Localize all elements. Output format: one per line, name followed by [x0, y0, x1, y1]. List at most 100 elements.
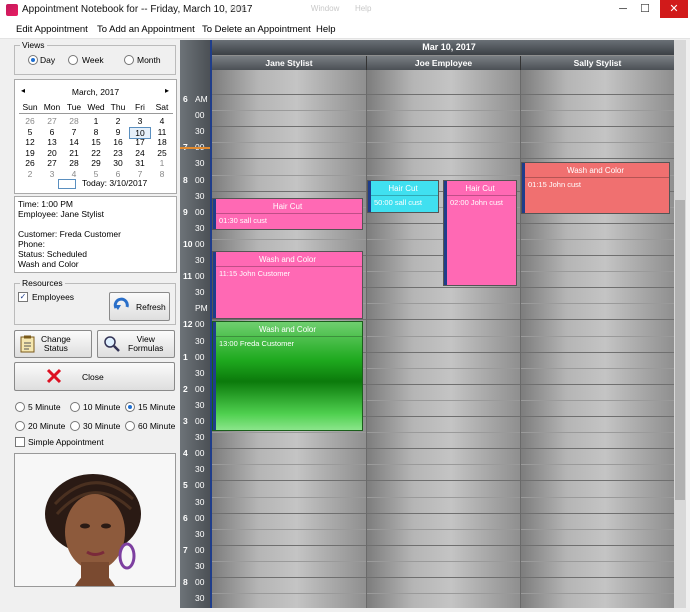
appointment-bar	[444, 181, 447, 285]
next-month-icon[interactable]: ▸	[165, 86, 169, 95]
weekday-label: Wed	[87, 102, 105, 112]
appointment-block[interactable]: Wash and Color 11:15 John Customer	[212, 251, 363, 319]
calendar-day[interactable]: 15	[85, 137, 107, 147]
calendar-day[interactable]: 30	[107, 158, 129, 168]
calendar-day[interactable]: 28	[63, 116, 85, 126]
calendar-day[interactable]: 3	[129, 116, 151, 126]
view-month-radio[interactable]	[124, 55, 134, 65]
weekday-label: Tue	[66, 102, 82, 112]
calendar-day[interactable]: 14	[63, 137, 85, 147]
close-window-button[interactable]: ✕	[660, 0, 688, 18]
calendar-day[interactable]: 4	[151, 116, 173, 126]
minimize-button[interactable]: ─	[612, 0, 634, 18]
calendar-day[interactable]: 26	[19, 116, 41, 126]
calendar-day[interactable]: 6	[41, 127, 63, 137]
calendar-day[interactable]: 24	[129, 148, 151, 158]
calendar-day[interactable]: 2	[107, 116, 129, 126]
calendar-day[interactable]: 19	[19, 148, 41, 158]
simple-appointment-label: Simple Appointment	[28, 437, 104, 447]
interval-radio[interactable]	[15, 421, 25, 431]
scrollbar-thumb[interactable]	[675, 200, 685, 500]
appointment-bar	[213, 322, 216, 430]
appointment-block[interactable]: Wash and Color 13:00 Freda Customer	[212, 321, 363, 431]
menu-bar: Edit Appointment To Add an Appointment T…	[0, 20, 690, 39]
calendar-day[interactable]: 8	[151, 169, 173, 179]
ghost-menu-item: Window	[310, 4, 340, 13]
menu-help[interactable]: Help	[316, 24, 336, 35]
calendar-day[interactable]: 1	[85, 116, 107, 126]
appointment-detail: 13:00 Freda Customer	[219, 339, 295, 348]
appointment-block[interactable]: Wash and Color 01:15 John cust	[521, 162, 670, 214]
interval-radio[interactable]	[70, 402, 80, 412]
simple-appointment-checkbox[interactable]	[15, 437, 25, 447]
calendar-day[interactable]: 12	[19, 137, 41, 147]
appointment-details: Time: 1:00 PM Employee: Jane Stylist Custo…	[14, 196, 177, 273]
weekday-label: Thu	[110, 102, 126, 112]
calendar-day[interactable]: 27	[41, 116, 63, 126]
interval-radio[interactable]	[125, 421, 135, 431]
today-marker-icon	[58, 179, 76, 189]
appointment-detail: 02:00 John cust	[450, 198, 503, 207]
interval-label: 60 Minute	[138, 421, 176, 431]
calendar-day[interactable]: 9	[107, 127, 129, 137]
calendar-day[interactable]: 18	[151, 137, 173, 147]
ghost-menu: Help Window Help	[230, 4, 371, 13]
calendar-day[interactable]: 23	[107, 148, 129, 158]
appointment-block[interactable]: Hair Cut 01:30 sall cust	[212, 198, 363, 230]
calendar-day[interactable]: 11	[151, 127, 173, 137]
calendar-day[interactable]: 13	[41, 137, 63, 147]
calendar-day[interactable]: 28	[63, 158, 85, 168]
calendar-day[interactable]: 31	[129, 158, 151, 168]
interval-radio[interactable]	[70, 421, 80, 431]
calendar-day[interactable]: 25	[151, 148, 173, 158]
interval-label: 30 Minute	[83, 421, 121, 431]
calendar-day[interactable]: 21	[63, 148, 85, 158]
menu-edit-appointment[interactable]: Edit Appointment	[16, 24, 88, 35]
calendar-day[interactable]: 20	[41, 148, 63, 158]
menu-delete-appointment[interactable]: To Delete an Appointment	[202, 24, 311, 35]
calendar-day[interactable]: 6	[107, 169, 129, 179]
interval-radio[interactable]	[125, 402, 135, 412]
calendar-day[interactable]: 26	[19, 158, 41, 168]
calendar-day[interactable]: 29	[85, 158, 107, 168]
interval-radio[interactable]	[15, 402, 25, 412]
refresh-button[interactable]: Refresh	[109, 292, 170, 321]
appointment-bar	[213, 199, 216, 229]
resources-label: Resources	[20, 278, 65, 288]
calendar-day[interactable]: 27	[41, 158, 63, 168]
view-week-radio[interactable]	[68, 55, 78, 65]
refresh-icon	[113, 296, 131, 314]
employees-checkbox[interactable]: ✓	[18, 292, 28, 302]
calendar-day[interactable]: 5	[85, 169, 107, 179]
calendar-day[interactable]: 5	[19, 127, 41, 137]
calendar-day[interactable]: 7	[129, 169, 151, 179]
appointment-block[interactable]: Hair Cut 02:00 John cust	[443, 180, 517, 286]
calendar-day[interactable]: 17	[129, 137, 151, 147]
interval-label: 15 Minute	[138, 402, 176, 412]
title-bar: Appointment Notebook for -- Friday, Marc…	[0, 0, 690, 21]
interval-label: 20 Minute	[28, 421, 66, 431]
calendar-day[interactable]: 1	[151, 158, 173, 168]
ghost-menu-item: Help	[230, 4, 247, 13]
maximize-button[interactable]: ☐	[634, 0, 656, 18]
appointment-title: Hair Cut	[444, 181, 516, 196]
appointment-title: Wash and Color	[522, 163, 669, 178]
view-formulas-button[interactable]: View Formulas	[97, 330, 175, 358]
calendar-day[interactable]: 4	[63, 169, 85, 179]
today-label[interactable]: Today: 3/10/2017	[82, 178, 147, 188]
calendar-day[interactable]: 7	[63, 127, 85, 137]
calendar-day[interactable]: 3	[41, 169, 63, 179]
employees-label: Employees	[32, 292, 75, 302]
weekday-label: Sun	[22, 102, 38, 112]
calendar-day[interactable]: 16	[107, 137, 129, 147]
appointment-block[interactable]: Hair Cut 50:00 sall cust	[367, 180, 439, 213]
change-status-button[interactable]: Change Status	[14, 330, 92, 358]
close-button[interactable]: Close	[14, 362, 175, 391]
calendar-day[interactable]: 22	[85, 148, 107, 158]
calendar-day[interactable]: 8	[85, 127, 107, 137]
menu-add-appointment[interactable]: To Add an Appointment	[97, 24, 195, 35]
appointment-bar	[368, 181, 371, 212]
view-day-radio[interactable]	[28, 55, 38, 65]
calendar-day[interactable]: 2	[19, 169, 41, 179]
window-title: Appointment Notebook for -- Friday, Marc…	[22, 4, 253, 15]
